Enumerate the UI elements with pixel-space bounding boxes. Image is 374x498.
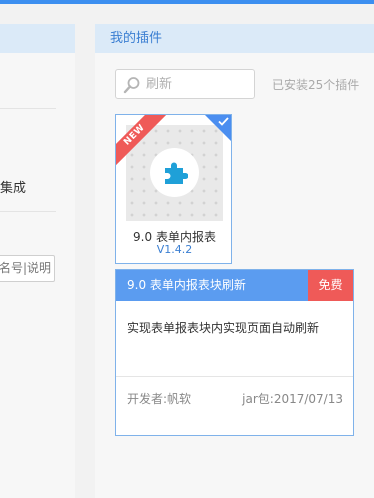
left-text-fragment: 集成 [0, 181, 27, 196]
free-badge: 免费 [308, 270, 353, 301]
search-icon[interactable] [123, 76, 141, 94]
check-icon [218, 117, 229, 126]
plugin-card[interactable]: NEW 9.0 表单内报表 V1.4.2 [115, 114, 232, 264]
puzzle-icon [165, 162, 188, 184]
plugin-version: V1.4.2 [156, 243, 193, 256]
left-divider [0, 211, 56, 212]
detail-header: 9.0 表单内报表块刷新 免费 [116, 270, 353, 301]
top-accent-bar [0, 0, 374, 4]
search-input[interactable] [146, 75, 250, 94]
jar-date-label: jar包:2017/07/13 [242, 392, 343, 406]
detail-divider [116, 376, 353, 377]
detail-title: 9.0 表单内报表块刷新 [127, 278, 246, 292]
left-partial-button[interactable]: 名号|说明 [0, 255, 55, 282]
search-box[interactable] [115, 69, 255, 99]
installed-count: 已安装25个插件 [272, 78, 360, 92]
puzzle-icon-circle [150, 148, 199, 197]
left-divider [0, 108, 56, 109]
my-plugins-panel: 我的插件 已安装25个插件 NEW 9.0 表单内报表 V1.4.2 9.0 表… [95, 24, 374, 498]
left-panel-header [0, 24, 75, 53]
panel-title: 我的插件 [95, 24, 374, 53]
left-panel: 集成 名号|说明 [0, 24, 75, 498]
developer-label: 开发者:帆软 [127, 392, 192, 406]
detail-description: 实现表单报表块内实现页面自动刷新 [127, 321, 320, 335]
plugin-detail-card: 9.0 表单内报表块刷新 免费 实现表单报表块内实现页面自动刷新 开发者:帆软 … [115, 269, 354, 436]
